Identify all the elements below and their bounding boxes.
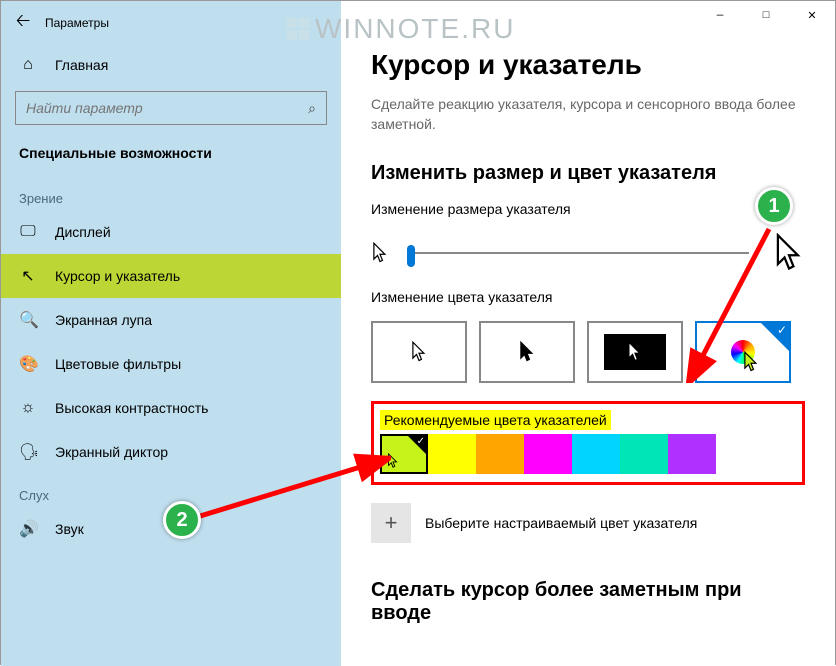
mini-cursor-icon [386,453,400,469]
pointer-color-options [371,321,805,383]
contrast-icon: ☼ [19,399,37,417]
window-buttons: — □ ✕ [697,1,835,31]
main-content: — □ ✕ Курсор и указатель Сделайте реакци… [341,1,835,666]
white-cursor-icon [411,341,427,363]
pointer-black-option[interactable] [479,321,575,383]
selected-check-icon [761,323,789,351]
sidebar-item-label: Звук [55,521,84,537]
display-icon: 🖵 [19,223,37,241]
pointer-custom-option[interactable] [695,321,791,383]
category-title: Специальные возможности [1,135,341,177]
pointer-white-option[interactable] [371,321,467,383]
swatch-orange[interactable] [476,434,524,474]
sidebar-item-label: Высокая контрастность [55,400,208,416]
size-label: Изменение размера указателя [371,201,805,217]
custom-color-row: + Выберите настраиваемый цвет указателя [371,503,805,543]
titlebar: 🡠 Параметры [1,1,341,45]
lime-cursor-icon [743,351,759,373]
home-link[interactable]: ⌂ Главная [1,45,341,85]
pointer-size-slider[interactable] [407,252,749,254]
big-cursor-icon [773,233,805,273]
maximize-button[interactable]: □ [743,1,789,31]
pointer-size-row [371,233,805,273]
pointer-icon: ↖ [19,266,37,286]
swatch-yellow[interactable] [428,434,476,474]
add-custom-color-button[interactable]: + [371,503,411,543]
pointer-inverted-option[interactable] [587,321,683,383]
custom-color-label: Выберите настраиваемый цвет указателя [425,515,697,531]
narrator-icon: 🗣 [19,442,37,462]
recommended-title: Рекомендуемые цвета указателей [380,410,611,430]
back-button[interactable]: 🡠 [1,1,45,45]
close-button[interactable]: ✕ [789,1,835,31]
swatch-lime[interactable] [380,434,428,474]
search-icon: ⌕ [308,100,316,117]
home-icon: ⌂ [19,56,37,74]
sound-icon: 🔊 [19,519,37,539]
section-text-cursor: Сделать курсор более заметным при вводе [371,579,805,625]
sidebar-item-contrast[interactable]: ☼ Высокая контрастность [1,386,341,430]
page-title: Курсор и указатель [371,49,805,81]
sidebar-item-cursor[interactable]: ↖ Курсор и указатель [1,254,341,298]
black-box [604,334,666,370]
swatch-check-icon [408,436,426,454]
sidebar-item-magnifier[interactable]: 🔍 Экранная лупа [1,298,341,342]
recommended-swatches [374,434,802,482]
magnifier-icon: 🔍 [19,310,37,330]
swatch-magenta[interactable] [524,434,572,474]
app-title: Параметры [45,16,109,30]
group-vision: Зрение [1,177,341,210]
page-description: Сделайте реакцию указателя, курсора и се… [371,95,805,134]
sidebar-item-label: Курсор и указатель [55,268,180,284]
sidebar-item-sound[interactable]: 🔊 Звук [1,507,341,551]
slider-thumb[interactable] [407,245,415,267]
sidebar-item-narrator[interactable]: 🗣 Экранный диктор [1,430,341,474]
small-cursor-icon [371,242,389,264]
sidebar: 🡠 Параметры ⌂ Главная ⌕ Специальные возм… [1,1,341,666]
sidebar-item-display[interactable]: 🖵 Дисплей [1,210,341,254]
color-filters-icon: 🎨 [19,354,37,374]
section-size-color: Изменить размер и цвет указателя [371,162,805,185]
swatch-purple[interactable] [668,434,716,474]
search-field[interactable] [26,100,308,116]
black-cursor-icon [519,341,535,363]
sidebar-item-label: Экранный диктор [55,444,168,460]
sidebar-item-color-filters[interactable]: 🎨 Цветовые фильтры [1,342,341,386]
swatch-cyan[interactable] [572,434,620,474]
inverted-cursor-icon [627,341,643,363]
home-label: Главная [55,57,108,73]
recommended-colors-box: Рекомендуемые цвета указателей [371,401,805,485]
group-hearing: Слух [1,474,341,507]
swatch-teal[interactable] [620,434,668,474]
sidebar-item-label: Экранная лупа [55,312,152,328]
sidebar-item-label: Цветовые фильтры [55,356,181,372]
sidebar-item-label: Дисплей [55,224,111,240]
minimize-button[interactable]: — [697,1,743,31]
color-label: Изменение цвета указателя [371,289,805,305]
search-input[interactable]: ⌕ [15,91,327,125]
